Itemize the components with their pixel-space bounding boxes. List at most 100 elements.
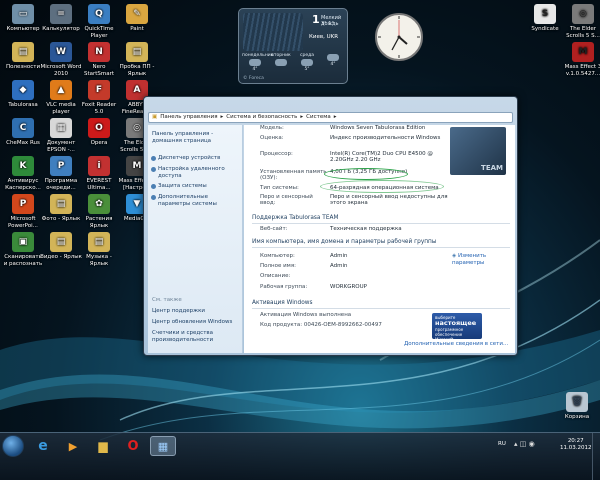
taskbar-opera[interactable]: O bbox=[120, 436, 146, 456]
desktop-icon-label: Сканировать и распознать bbox=[3, 254, 43, 267]
shield-icon bbox=[151, 195, 156, 200]
desktop-icon[interactable]: ▤ Пробка ПП - Ярлык bbox=[116, 42, 158, 77]
breadcrumb-item[interactable]: Панель управления bbox=[160, 113, 217, 122]
clock-gadget[interactable] bbox=[374, 12, 424, 62]
opera-icon: O bbox=[127, 438, 139, 454]
desktop-icon[interactable]: ✿ Растения Ярлык bbox=[78, 194, 120, 229]
desktop-icon[interactable]: ◎ The Elder Scrolls 5 S... bbox=[562, 4, 600, 39]
app-icon: ✿ bbox=[88, 194, 110, 214]
desktop-icon[interactable]: ▤ Видео - Ярлык bbox=[40, 232, 82, 261]
start-button[interactable] bbox=[2, 435, 24, 457]
app-icon: ▤ bbox=[50, 194, 72, 214]
performance-index-link[interactable]: Индекс производительности Windows bbox=[330, 135, 510, 147]
language-indicator[interactable]: RU bbox=[498, 441, 506, 447]
desktop-icon[interactable]: ▣ Сканировать и распознать bbox=[2, 232, 44, 267]
app-icon: ▣ bbox=[12, 232, 34, 252]
app-icon: ◆ bbox=[12, 80, 34, 100]
address-bar[interactable]: ▣ Панель управления ▸ Система и безопасно… bbox=[148, 112, 513, 123]
control-panel-home-link[interactable]: Панель управления - домашняя страница bbox=[152, 131, 238, 144]
desktop-icon-label: Компьютер bbox=[6, 26, 40, 32]
task-remote-settings[interactable]: Настройка удаленного доступа bbox=[151, 166, 240, 179]
task-system-protection[interactable]: Защита системы bbox=[151, 183, 240, 190]
divider bbox=[252, 223, 510, 224]
desktop-icon-label: CheMax Rus bbox=[6, 140, 40, 146]
desktop-icon-label: Opera bbox=[90, 140, 108, 146]
desktop-icon-label: Пробка ПП - Ярлык bbox=[119, 64, 155, 77]
desktop-icon[interactable]: ▤ Музыка - Ярлык bbox=[78, 232, 120, 267]
forecast-day: понедельник 4° bbox=[242, 53, 274, 72]
app-icon: O bbox=[88, 118, 110, 138]
desktop-icon[interactable]: ▲ VLC media player bbox=[40, 80, 82, 115]
desktop-icon[interactable]: ▤ Полезности bbox=[2, 42, 44, 71]
show-desktop-button[interactable] bbox=[592, 433, 600, 480]
app-icon: i bbox=[88, 156, 110, 176]
desktop-icon[interactable]: N Nero StartSmart bbox=[78, 42, 120, 77]
see-also-windows-update[interactable]: Центр обновления Windows bbox=[152, 319, 232, 326]
desktop-icon-label: Антивирус Касперско... bbox=[5, 178, 41, 191]
app-icon: = bbox=[50, 4, 72, 24]
desktop-icon[interactable]: C CheMax Rus bbox=[2, 118, 44, 147]
desktop-icon[interactable]: W Microsoft Word 2010 bbox=[40, 42, 82, 77]
see-also-action-center[interactable]: Центр поддержки bbox=[152, 308, 205, 315]
tray-clock[interactable]: 20:27 11.03.2012 bbox=[560, 438, 592, 452]
desktop-icon[interactable]: P Программа очереди... bbox=[40, 156, 82, 191]
desktop-icon[interactable]: ▦ Документ EPSON -... bbox=[40, 118, 82, 153]
desktop-icon[interactable]: O Opera bbox=[78, 118, 120, 147]
desktop-icon[interactable]: = Калькулятор bbox=[40, 4, 82, 33]
taskbar-explorer[interactable]: ▆ bbox=[90, 436, 116, 456]
taskbar-ie[interactable]: e bbox=[30, 436, 56, 456]
desktop-icon[interactable]: P Microsoft PowerPoi... bbox=[2, 194, 44, 229]
system-window[interactable]: ▣ Панель управления ▸ Система и безопасно… bbox=[143, 96, 518, 356]
row-pen-touch: Перо и сенсорный ввод: Перо и сенсорный в… bbox=[260, 194, 448, 206]
task-advanced-settings[interactable]: Дополнительные параметры системы bbox=[151, 194, 240, 207]
desktop-icon[interactable]: F Foxit Reader 5.0 bbox=[78, 80, 120, 115]
desktop-icon-label: Видео - Ярлык bbox=[40, 254, 82, 260]
desktop-icon[interactable]: Q QuickTime Player bbox=[78, 4, 120, 39]
desktop-icon-label: Растения Ярлык bbox=[85, 216, 113, 229]
app-icon: ▭ bbox=[12, 4, 34, 24]
breadcrumb-item[interactable]: Система и безопасность bbox=[226, 113, 297, 122]
control-panel-icon: ▦ bbox=[157, 439, 169, 453]
recycle-bin-icon: 🗑 bbox=[566, 392, 588, 412]
more-info-online-link[interactable]: Дополнительные сведения в сети... bbox=[404, 341, 508, 347]
taskbar-media-player[interactable]: ▶ bbox=[60, 436, 86, 456]
app-icon: K bbox=[12, 156, 34, 176]
row-rating: Оценка: Индекс производительности Windows bbox=[260, 135, 510, 147]
app-icon: S bbox=[534, 4, 556, 24]
recycle-bin[interactable]: 🗑 Корзина bbox=[556, 392, 598, 421]
row-processor: Процессор: Intel(R) Core(TM)2 Duo CPU E45… bbox=[260, 151, 433, 163]
cloud-icon bbox=[249, 59, 261, 66]
breadcrumb-item[interactable]: Система bbox=[306, 113, 331, 122]
desktop-icon[interactable]: ▤ Фото - Ярлык bbox=[40, 194, 82, 223]
task-device-manager[interactable]: Диспетчер устройств bbox=[151, 155, 240, 162]
row-workgroup: Рабочая группа: WORKGROUP bbox=[260, 284, 367, 290]
media-player-icon: ▶ bbox=[68, 439, 78, 453]
see-also-performance[interactable]: Счетчики и средства производительности bbox=[152, 330, 238, 343]
app-icon: ▤ bbox=[126, 42, 148, 62]
left-pane: Панель управления - домашняя страница Ди… bbox=[148, 125, 243, 353]
desktop-icon[interactable]: ✎ Paint bbox=[116, 4, 158, 33]
row-website: Веб-сайт: Техническая поддержка bbox=[260, 226, 510, 234]
desktop-icon[interactable]: S Syndicate bbox=[524, 4, 566, 33]
desktop-icon-label: Документ EPSON -... bbox=[46, 140, 76, 153]
support-link[interactable]: Техническая поддержка bbox=[330, 226, 510, 234]
genuine-microsoft-badge[interactable]: выберите настоящее программное обеспечен… bbox=[432, 313, 482, 342]
desktop-icon[interactable]: i EVEREST Ultima... bbox=[78, 156, 120, 191]
shield-icon bbox=[151, 167, 156, 172]
internet-explorer-icon: e bbox=[38, 438, 48, 454]
divider bbox=[252, 247, 510, 248]
desktop-icon[interactable]: M Mass Effect 3 v.1.0.5427... bbox=[562, 42, 600, 77]
taskbar-control-panel[interactable]: ▦ bbox=[150, 436, 176, 456]
see-also-heading: См. также bbox=[152, 297, 182, 303]
desktop-icon-label: Калькулятор bbox=[42, 26, 80, 32]
forecast-day: вторник bbox=[268, 53, 294, 72]
forecast-day: среда 5° bbox=[300, 53, 314, 72]
desktop-icon[interactable]: K Антивирус Касперско... bbox=[2, 156, 44, 191]
change-settings-link[interactable]: ◈ Изменить параметры bbox=[452, 253, 512, 266]
weather-gadget[interactable]: 1 Мелкий дождь 3° 1° Киев, UKR понедельн… bbox=[238, 8, 348, 84]
recycle-bin-label: Корзина bbox=[564, 414, 590, 420]
desktop-icon[interactable]: ▭ Компьютер bbox=[2, 4, 44, 33]
tray-icons[interactable]: ▴ ◫ ◉ bbox=[514, 440, 535, 448]
shield-icon: ◈ bbox=[452, 253, 457, 259]
desktop-icon[interactable]: ◆ Tabulorasa bbox=[2, 80, 44, 109]
